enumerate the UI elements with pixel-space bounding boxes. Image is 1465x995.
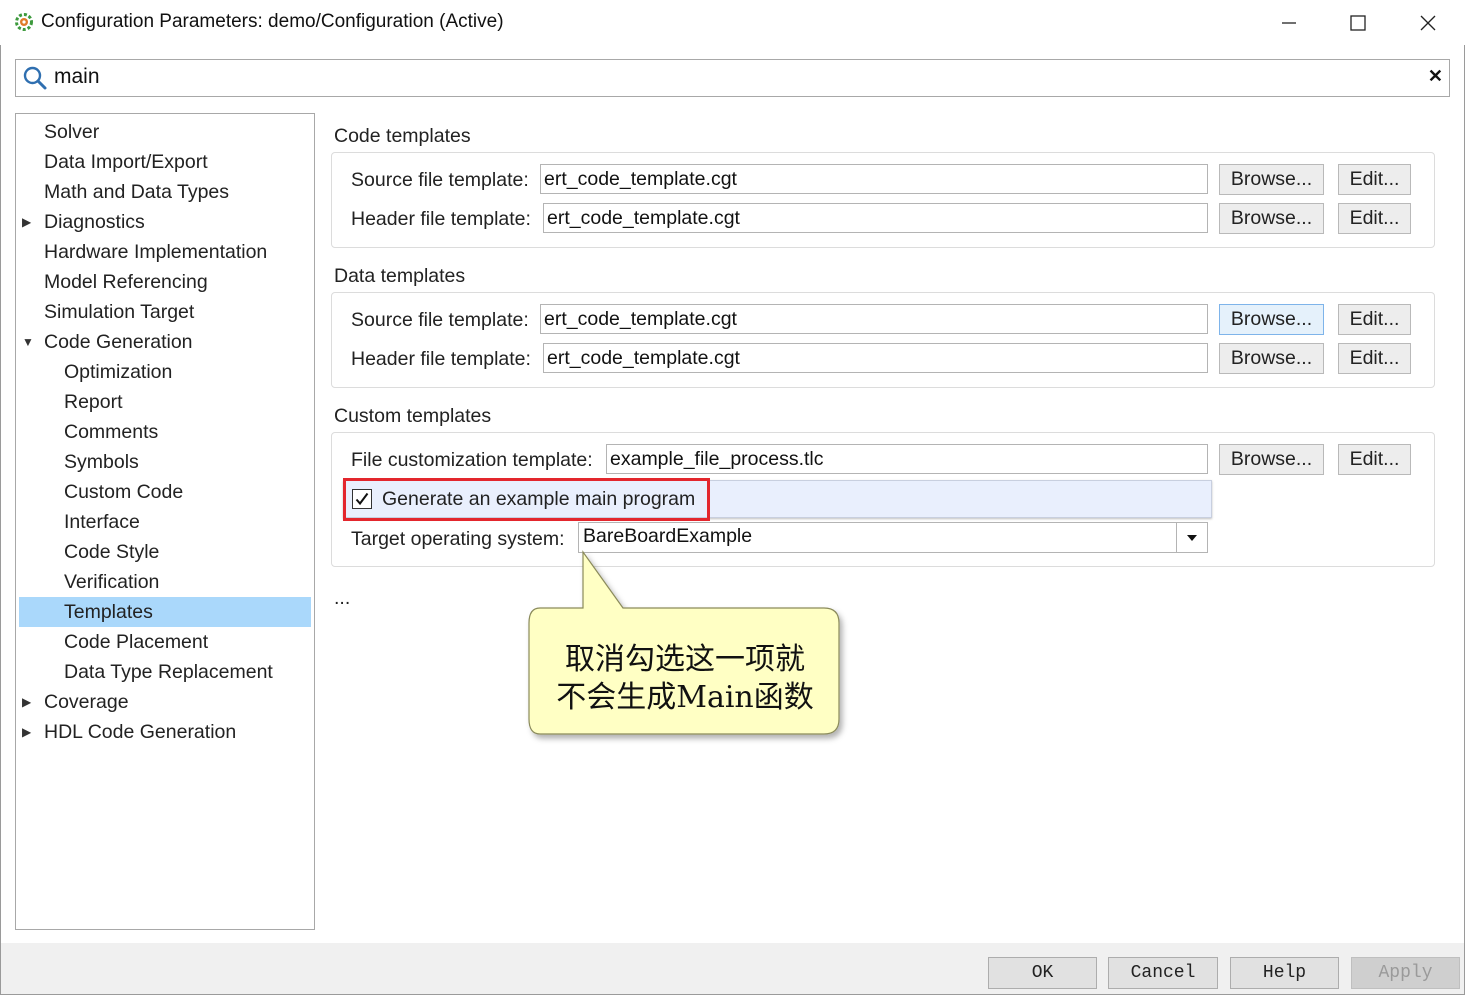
data-templates-title: Data templates <box>334 265 466 287</box>
data-source-browse-button[interactable]: Browse... <box>1219 304 1324 335</box>
file-customization-edit-button[interactable]: Edit... <box>1338 444 1411 475</box>
file-customization-label: File customization template: <box>351 449 593 471</box>
tree-item-label: Data Type Replacement <box>64 661 273 683</box>
tree-item-label: Optimization <box>64 361 173 383</box>
tree-item-data-import-export[interactable]: Data Import/Export <box>19 147 311 177</box>
data-header-label: Header file template: <box>351 348 531 370</box>
code-source-field[interactable]: ert_code_template.cgt <box>540 164 1208 194</box>
minimize-icon <box>1282 21 1296 24</box>
matlab-gear-icon <box>15 13 33 31</box>
tree-item-math-and-data-types[interactable]: Math and Data Types <box>19 177 311 207</box>
tree-item-label: Code Generation <box>44 331 193 353</box>
tree-item-label: HDL Code Generation <box>44 721 237 743</box>
tree-item-label: Code Style <box>64 541 160 563</box>
maximize-icon <box>1350 14 1366 31</box>
expand-arrow-down-icon[interactable]: ▼ <box>22 327 34 357</box>
expand-arrow-right-icon[interactable]: ▶ <box>22 717 34 747</box>
code-source-label: Source file template: <box>351 169 529 191</box>
tree-item-label: Interface <box>64 511 140 533</box>
tree-item-label: Solver <box>44 121 100 143</box>
data-source-label: Source file template: <box>351 309 529 331</box>
tree-item-label: Data Import/Export <box>44 151 208 173</box>
search-icon <box>23 66 47 90</box>
custom-templates-title: Custom templates <box>334 405 492 427</box>
maximize-button[interactable] <box>1323 0 1393 45</box>
tree-item-label: Hardware Implementation <box>44 241 268 263</box>
data-source-field[interactable]: ert_code_template.cgt <box>540 304 1208 334</box>
tree-item-symbols[interactable]: Symbols <box>19 447 311 477</box>
tree-item-optimization[interactable]: Optimization <box>19 357 311 387</box>
close-button[interactable] <box>1393 0 1463 45</box>
tree-item-comments[interactable]: Comments <box>19 417 311 447</box>
tree-item-code-style[interactable]: Code Style <box>19 537 311 567</box>
close-icon <box>1420 15 1436 30</box>
tree-item-label: Diagnostics <box>44 211 145 233</box>
code-header-label: Header file template: <box>351 208 531 230</box>
category-tree: Solver Data Import/Export Math and Data Ty… <box>15 113 315 930</box>
callout-text-line2: 不会生成Main函数 <box>556 680 814 715</box>
tree-item-coverage[interactable]: ▶ Coverage <box>19 687 311 717</box>
file-customization-field[interactable]: example_file_process.tlc <box>606 444 1208 474</box>
tree-item-label: Templates <box>64 601 153 623</box>
search-input[interactable] <box>54 63 1414 91</box>
tree-item-simulation-target[interactable]: Simulation Target <box>19 297 311 327</box>
expand-arrow-right-icon[interactable]: ▶ <box>22 207 34 237</box>
tree-item-templates[interactable]: Templates <box>19 597 311 627</box>
clear-search-icon[interactable]: ✕ <box>1428 66 1443 87</box>
data-source-edit-button[interactable]: Edit... <box>1338 304 1411 335</box>
tree-item-hardware-implementation[interactable]: Hardware Implementation <box>19 237 311 267</box>
code-source-browse-button[interactable]: Browse... <box>1219 164 1324 195</box>
file-customization-browse-button[interactable]: Browse... <box>1219 444 1324 475</box>
tree-item-label: Code Placement <box>64 631 209 653</box>
target-os-value: BareBoardExample <box>583 525 753 547</box>
tree-item-model-referencing[interactable]: Model Referencing <box>19 267 311 297</box>
tree-item-interface[interactable]: Interface <box>19 507 311 537</box>
data-header-field[interactable]: ert_code_template.cgt <box>543 343 1208 373</box>
ok-button[interactable]: OK <box>988 957 1097 989</box>
tree-item-report[interactable]: Report <box>19 387 311 417</box>
tree-item-label: Coverage <box>44 691 129 713</box>
more-ellipsis: ... <box>334 587 351 609</box>
help-button[interactable]: Help <box>1230 957 1339 989</box>
cancel-button[interactable]: Cancel <box>1108 957 1218 989</box>
tree-item-code-generation[interactable]: ▼ Code Generation <box>19 327 311 357</box>
tree-item-label: Math and Data Types <box>44 181 230 203</box>
tree-item-custom-code[interactable]: Custom Code <box>19 477 311 507</box>
data-header-edit-button[interactable]: Edit... <box>1338 343 1411 374</box>
search-box: ✕ <box>15 59 1450 97</box>
code-header-edit-button[interactable]: Edit... <box>1338 203 1411 234</box>
dropdown-arrow-icon[interactable] <box>1176 523 1207 552</box>
tree-item-solver[interactable]: Solver <box>19 117 311 147</box>
tree-item-data-type-replacement[interactable]: Data Type Replacement <box>19 657 311 687</box>
tree-item-label: Symbols <box>64 451 139 473</box>
code-header-field[interactable]: ert_code_template.cgt <box>543 203 1208 233</box>
tree-item-verification[interactable]: Verification <box>19 567 311 597</box>
code-source-edit-button[interactable]: Edit... <box>1338 164 1411 195</box>
annotation-highlight-box <box>343 478 710 521</box>
window-title: Configuration Parameters: demo/Configura… <box>41 11 504 32</box>
expand-arrow-right-icon[interactable]: ▶ <box>22 687 34 717</box>
title-bar: Configuration Parameters: demo/Configura… <box>0 0 1465 45</box>
tree-item-label: Verification <box>64 571 160 593</box>
code-header-browse-button[interactable]: Browse... <box>1219 203 1324 234</box>
tree-item-label: Model Referencing <box>44 271 208 293</box>
tree-item-label: Simulation Target <box>44 301 195 323</box>
tree-item-label: Custom Code <box>64 481 184 503</box>
apply-button[interactable]: Apply <box>1351 957 1460 989</box>
tree-item-label: Comments <box>64 421 159 443</box>
code-templates-title: Code templates <box>334 125 471 147</box>
tree-item-diagnostics[interactable]: ▶ Diagnostics <box>19 207 311 237</box>
tree-item-label: Report <box>64 391 123 413</box>
minimize-button[interactable] <box>1254 0 1324 45</box>
tree-item-hdl-code-generation[interactable]: ▶ HDL Code Generation <box>19 717 311 747</box>
tree-item-code-placement[interactable]: Code Placement <box>19 627 311 657</box>
data-header-browse-button[interactable]: Browse... <box>1219 343 1324 374</box>
